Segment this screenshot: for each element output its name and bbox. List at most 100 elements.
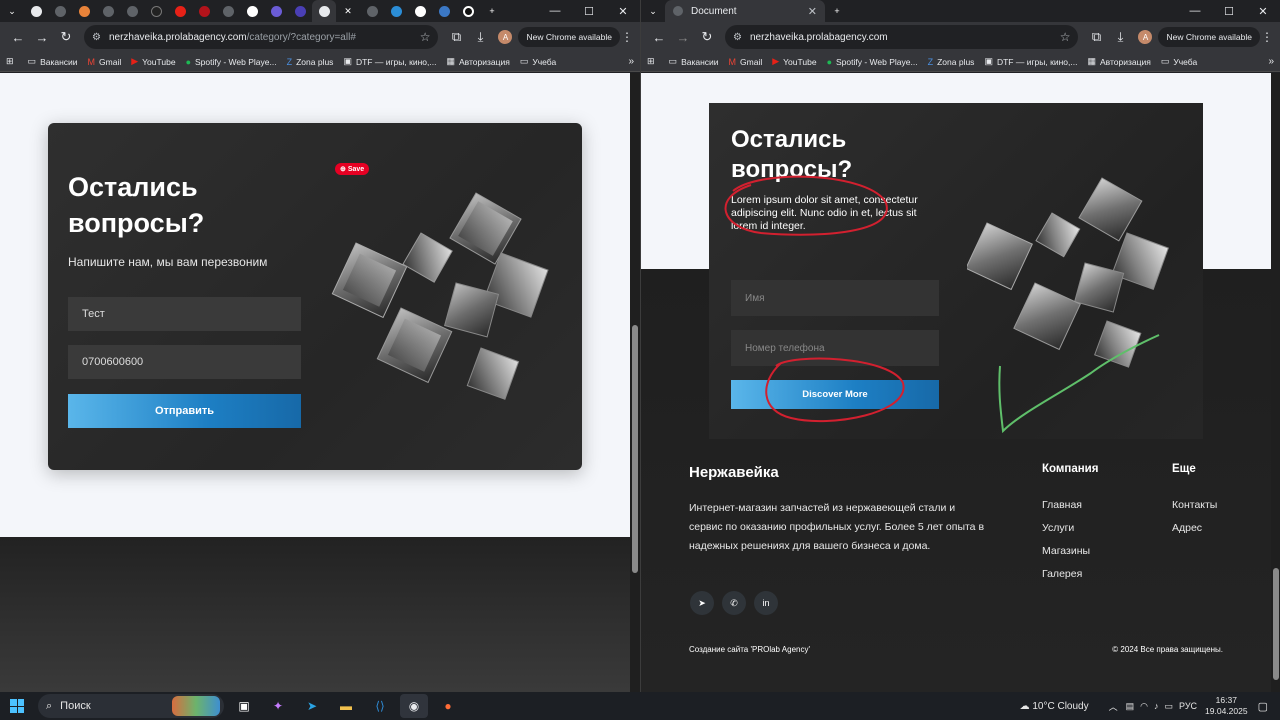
- extensions-icon[interactable]: ⧉: [444, 25, 468, 49]
- bookmark-item[interactable]: ▦ Авторизация: [1087, 56, 1150, 67]
- bookmark-item[interactable]: ▣ DTF — игры, кино,...: [343, 56, 436, 67]
- file-explorer-icon[interactable]: ▬: [332, 694, 360, 718]
- tab-search-icon[interactable]: ⌄: [641, 0, 665, 22]
- reload-icon[interactable]: ↻: [695, 25, 719, 49]
- apps-icon[interactable]: ⊞: [647, 56, 659, 67]
- new-tab-icon[interactable]: +: [480, 0, 504, 22]
- new-chrome-button[interactable]: New Chrome available: [1158, 27, 1260, 47]
- language-indicator[interactable]: РУС: [1179, 701, 1197, 711]
- task-view-icon[interactable]: ▣: [230, 694, 258, 718]
- notification-icon[interactable]: ▢: [1258, 700, 1268, 713]
- tab-favicon[interactable]: [168, 0, 192, 22]
- maximize-icon[interactable]: ☐: [572, 5, 606, 18]
- close-window-icon[interactable]: ✕: [1246, 5, 1280, 18]
- avatar[interactable]: A: [498, 30, 513, 44]
- pinterest-save-button[interactable]: ⊕ Save: [335, 163, 370, 175]
- tab-favicon[interactable]: [120, 0, 144, 22]
- bookmark-item[interactable]: ▭ Вакансии: [28, 56, 78, 67]
- bookmark-star-icon[interactable]: ☆: [1060, 30, 1071, 44]
- bookmark-item[interactable]: Z Zona plus: [928, 57, 975, 67]
- address-bar[interactable]: ⚙ nerzhaveika.prolabagency.com ☆: [725, 25, 1079, 49]
- reload-icon[interactable]: ↻: [54, 25, 78, 49]
- tray-chevron-icon[interactable]: ︿: [1109, 700, 1118, 713]
- bookmark-item[interactable]: ● Spotify - Web Playe...: [186, 57, 277, 67]
- vscode-icon[interactable]: ⟨⟩: [366, 694, 394, 718]
- tab-favicon[interactable]: [24, 0, 48, 22]
- site-info-icon[interactable]: ⚙: [92, 32, 101, 43]
- menu-icon[interactable]: ⋮: [1260, 30, 1274, 44]
- github-icon[interactable]: [408, 0, 432, 22]
- tab-favicon[interactable]: [456, 0, 480, 22]
- weather-widget[interactable]: ☁ 10°C Cloudy: [1020, 701, 1089, 712]
- windows-start-icon[interactable]: [10, 699, 24, 713]
- tab-document[interactable]: Document ✕: [665, 0, 825, 22]
- tab-close-icon[interactable]: ✕: [336, 0, 360, 22]
- bookmark-item[interactable]: ▭ Вакансии: [669, 56, 719, 67]
- tab-favicon[interactable]: [72, 0, 96, 22]
- forward-icon[interactable]: →: [30, 25, 54, 49]
- tab-favicon[interactable]: [432, 0, 456, 22]
- tab-strip: ⌄ ✕ + — ☐ ✕: [0, 0, 640, 22]
- tray-apps-icon[interactable]: ▤: [1126, 701, 1135, 712]
- tab-favicon[interactable]: [96, 0, 120, 22]
- scrollbar-thumb[interactable]: [1273, 568, 1279, 680]
- tab-favicon[interactable]: [384, 0, 408, 22]
- bookmark-item[interactable]: ▭ Учеба: [520, 56, 556, 67]
- tab-favicon[interactable]: [288, 0, 312, 22]
- download-icon[interactable]: ⤓: [1108, 25, 1132, 49]
- postman-icon[interactable]: ●: [434, 694, 462, 718]
- minimize-icon[interactable]: —: [1178, 5, 1212, 18]
- bookmark-item[interactable]: ▣ DTF — игры, кино,...: [984, 56, 1077, 67]
- extensions-icon[interactable]: ⧉: [1084, 25, 1108, 49]
- tab-favicon[interactable]: [216, 0, 240, 22]
- back-icon[interactable]: ←: [6, 25, 30, 49]
- forward-icon[interactable]: →: [671, 25, 695, 49]
- copilot-icon[interactable]: ✦: [264, 694, 292, 718]
- bookmark-item[interactable]: ● Spotify - Web Playe...: [827, 57, 918, 67]
- battery-icon[interactable]: ▭: [1165, 701, 1174, 712]
- tab-close-icon[interactable]: ✕: [808, 5, 817, 18]
- bookmark-item[interactable]: ▶ YouTube: [131, 56, 175, 67]
- bookmark-item[interactable]: ▭ Учеба: [1161, 56, 1197, 67]
- clock[interactable]: 16:37 19.04.2025: [1205, 695, 1248, 717]
- tab-favicon[interactable]: [240, 0, 264, 22]
- tab-search-icon[interactable]: ⌄: [0, 0, 24, 22]
- wifi-icon[interactable]: ◠: [1140, 701, 1148, 712]
- address-bar[interactable]: ⚙ nerzhaveika.prolabagency.com/category/…: [84, 25, 439, 49]
- download-icon[interactable]: ⤓: [468, 25, 492, 49]
- phone-field[interactable]: 0700600600: [68, 345, 301, 379]
- name-field[interactable]: Тест: [68, 297, 301, 331]
- tab-favicon[interactable]: [144, 0, 168, 22]
- apps-icon[interactable]: ⊞: [6, 56, 18, 67]
- bookmark-item[interactable]: ▶ YouTube: [772, 56, 816, 67]
- avatar[interactable]: A: [1138, 30, 1153, 44]
- chrome-icon[interactable]: ◉: [400, 694, 428, 718]
- menu-icon[interactable]: ⋮: [620, 30, 634, 44]
- tab-favicon[interactable]: [192, 0, 216, 22]
- bookmark-item[interactable]: M Gmail: [88, 57, 122, 67]
- bookmark-item[interactable]: ▦ Авторизация: [446, 56, 509, 67]
- maximize-icon[interactable]: ☐: [1212, 5, 1246, 18]
- new-chrome-button[interactable]: New Chrome available: [518, 27, 620, 47]
- tab-favicon[interactable]: [48, 0, 72, 22]
- tab-favicon[interactable]: [360, 0, 384, 22]
- bookmarks-more-icon[interactable]: »: [1268, 56, 1274, 67]
- new-tab-icon[interactable]: +: [825, 0, 849, 22]
- tab-active[interactable]: [312, 0, 336, 22]
- bookmark-star-icon[interactable]: ☆: [420, 30, 431, 44]
- scrollbar-thumb[interactable]: [632, 325, 638, 573]
- search-icon: ⌕: [46, 699, 53, 712]
- bookmark-item[interactable]: M Gmail: [729, 57, 763, 67]
- tab-favicon[interactable]: [264, 0, 288, 22]
- close-window-icon[interactable]: ✕: [606, 5, 640, 18]
- submit-button[interactable]: Отправить: [68, 394, 301, 428]
- back-icon[interactable]: ←: [647, 25, 671, 49]
- minimize-icon[interactable]: —: [538, 5, 572, 18]
- taskbar-search[interactable]: ⌕ Поиск: [38, 694, 224, 718]
- volume-icon[interactable]: ♪: [1154, 701, 1159, 711]
- bookmarks-more-icon[interactable]: »: [628, 56, 634, 67]
- green-annotation-line: [998, 334, 1160, 434]
- bookmark-item[interactable]: Z Zona plus: [287, 57, 334, 67]
- telegram-icon[interactable]: ➤: [298, 694, 326, 718]
- site-info-icon[interactable]: ⚙: [733, 32, 742, 43]
